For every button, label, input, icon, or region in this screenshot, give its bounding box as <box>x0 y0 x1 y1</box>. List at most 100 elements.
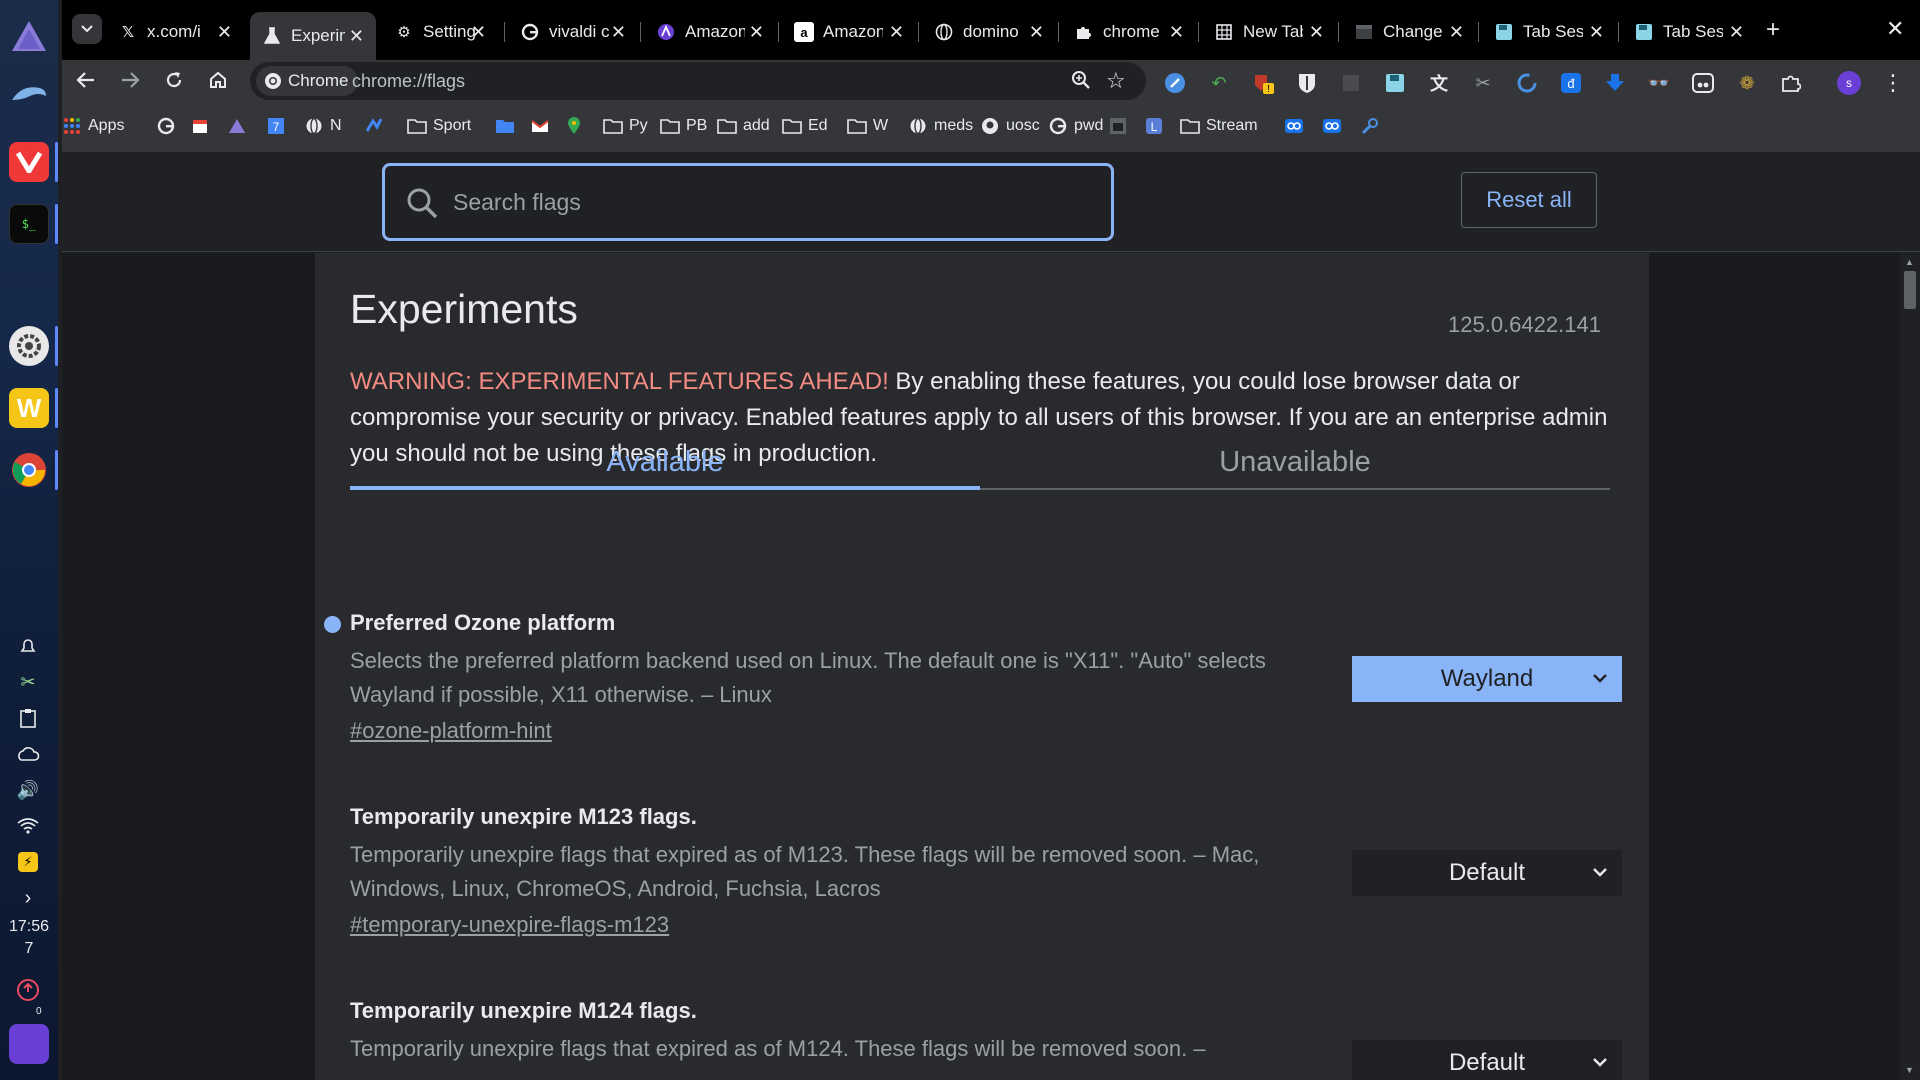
extension-blue-icon[interactable] <box>1160 68 1190 98</box>
bookmark-w[interactable]: W <box>847 110 888 142</box>
workspace-icon[interactable] <box>9 1024 49 1064</box>
bookmark-apps[interactable]: Apps <box>62 110 124 142</box>
bookmark-image[interactable] <box>1108 110 1134 142</box>
extension-bitwarden-icon[interactable] <box>1292 68 1322 98</box>
clipboard-icon[interactable] <box>14 704 42 732</box>
chrome-icon[interactable] <box>9 450 49 490</box>
zoom-icon[interactable] <box>1070 69 1092 96</box>
home-button[interactable] <box>200 62 236 98</box>
bookmark-google[interactable] <box>156 110 182 142</box>
volume-icon[interactable]: 🔊 <box>14 776 42 804</box>
extension-d-icon[interactable]: đ <box>1556 68 1586 98</box>
profile-avatar[interactable]: s <box>1834 68 1864 98</box>
bookmark-seven[interactable]: 7 <box>266 110 292 142</box>
extension-oo-icon[interactable] <box>1688 68 1718 98</box>
close-icon[interactable]: ✕ <box>1169 22 1184 43</box>
bookmark-star-icon[interactable]: ☆ <box>1106 68 1126 94</box>
reset-all-button[interactable]: Reset all <box>1461 172 1597 228</box>
wifi-icon[interactable] <box>14 812 42 840</box>
bookmark-blue-folder[interactable] <box>495 110 521 142</box>
launcher-icon[interactable] <box>9 16 49 56</box>
close-icon[interactable]: ✕ <box>349 26 364 47</box>
bookmark-link[interactable] <box>1322 110 1348 142</box>
close-icon[interactable]: ✕ <box>1589 22 1604 43</box>
tab-chrome[interactable]: chrome ✕ <box>1062 12 1196 52</box>
scroll-down-icon[interactable]: ▼ <box>1905 1065 1914 1075</box>
bookmark-ed[interactable]: Ed <box>782 110 828 142</box>
flag-select[interactable]: Wayland <box>1352 656 1622 702</box>
flag-permalink[interactable]: #temporary-unexpire-flags-m123 <box>350 912 669 938</box>
bookmark-gmail[interactable] <box>530 110 556 142</box>
close-icon[interactable]: ✕ <box>471 22 486 43</box>
tab-domino[interactable]: domino ✕ <box>922 12 1056 52</box>
close-icon[interactable]: ✕ <box>749 22 764 43</box>
close-icon[interactable]: ✕ <box>1029 22 1044 43</box>
close-icon[interactable]: ✕ <box>217 22 232 43</box>
close-icon[interactable]: ✕ <box>1729 22 1744 43</box>
extension-refresh-icon[interactable] <box>1512 68 1542 98</box>
update-icon[interactable] <box>14 976 42 1004</box>
flag-select[interactable]: Default <box>1352 1040 1622 1080</box>
bookmark-pwd[interactable]: pwd <box>1048 110 1103 142</box>
bookmark-uosc[interactable]: uosc <box>980 110 1040 142</box>
search-box[interactable] <box>382 163 1114 241</box>
extension-cut-icon[interactable]: ✂ <box>1468 68 1498 98</box>
bookmark-l[interactable]: L <box>1144 110 1170 142</box>
cloud-icon[interactable] <box>14 740 42 768</box>
address-bar[interactable]: Chrome chrome://flags ☆ <box>250 62 1146 100</box>
extension-ublock-icon[interactable]: ! <box>1248 68 1278 98</box>
dolphin-icon[interactable] <box>9 74 49 114</box>
close-icon[interactable]: ✕ <box>1449 22 1464 43</box>
tab-change[interactable]: Change ✕ <box>1342 12 1476 52</box>
settings-app-icon[interactable] <box>9 326 49 366</box>
bookmark-link[interactable] <box>1284 110 1310 142</box>
tab-amazon[interactable]: a Amazon ✕ <box>782 12 916 52</box>
extension-undo-icon[interactable]: ↶ <box>1204 68 1234 98</box>
extension-translate-icon[interactable]: 文 <box>1424 68 1454 98</box>
tab-amazon-aria[interactable]: Amazon ✕ <box>644 12 776 52</box>
close-icon[interactable]: ✕ <box>611 22 626 43</box>
clock[interactable]: 17:56 7 <box>0 916 58 960</box>
tab-settings[interactable]: ⚙ Settings ✕ <box>382 12 498 52</box>
tab-search-button[interactable] <box>72 14 102 44</box>
extensions-puzzle-icon[interactable] <box>1776 68 1806 98</box>
battery-icon[interactable]: ⚡ <box>14 848 42 876</box>
tab-experiments[interactable]: Experiments ✕ <box>250 12 376 60</box>
tab-available[interactable]: Available <box>350 434 980 490</box>
scroll-up-icon[interactable]: ▲ <box>1905 257 1914 267</box>
tab-new-tab[interactable]: New Tab ✕ <box>1202 12 1336 52</box>
reload-button[interactable] <box>156 62 192 98</box>
window-close-icon[interactable]: ✕ <box>1886 16 1904 42</box>
bookmark-stream[interactable]: Stream <box>1180 110 1258 142</box>
extension-placeholder-icon[interactable] <box>1336 68 1366 98</box>
bookmark-n[interactable]: N <box>304 110 342 142</box>
bookmark-calendar[interactable] <box>190 110 216 142</box>
scissors-icon[interactable]: ✂ <box>14 668 42 696</box>
close-icon[interactable]: ✕ <box>889 22 904 43</box>
bookmark-meds[interactable]: meds <box>908 110 973 142</box>
flag-select[interactable]: Default <box>1352 850 1622 896</box>
scrollbar[interactable]: ▲ ▼ <box>1900 253 1920 1080</box>
bookmark-pb[interactable]: PB <box>660 110 707 142</box>
bell-icon[interactable] <box>14 632 42 660</box>
scroll-thumb[interactable] <box>1904 271 1916 309</box>
tab-vivaldi[interactable]: vivaldi c ✕ <box>508 12 638 52</box>
extension-arrow-icon[interactable] <box>1600 68 1630 98</box>
extension-session-save-icon[interactable] <box>1380 68 1410 98</box>
tab-x[interactable]: 𝕏 x.com/i ✕ <box>106 12 244 52</box>
tab-session-1[interactable]: Tab Session ✕ <box>1482 12 1616 52</box>
tab-unavailable[interactable]: Unavailable <box>980 434 1610 490</box>
bookmark-steam[interactable] <box>1360 110 1386 142</box>
forward-button[interactable] <box>112 62 148 98</box>
bookmark-chart[interactable] <box>364 110 390 142</box>
bookmark-add[interactable]: add <box>717 110 770 142</box>
flag-permalink[interactable]: #ozone-platform-hint <box>350 718 552 744</box>
bookmark-maps[interactable] <box>564 110 590 142</box>
search-input[interactable] <box>453 184 1053 220</box>
vivaldi-icon[interactable] <box>9 142 49 182</box>
chevron-right-icon[interactable]: › <box>14 884 42 912</box>
new-tab-button[interactable]: + <box>1766 16 1780 44</box>
bookmark-triangle[interactable] <box>227 110 253 142</box>
extension-glasses-icon[interactable]: 👓 <box>1644 68 1674 98</box>
menu-kebab-icon[interactable]: ⋮ <box>1878 68 1908 98</box>
